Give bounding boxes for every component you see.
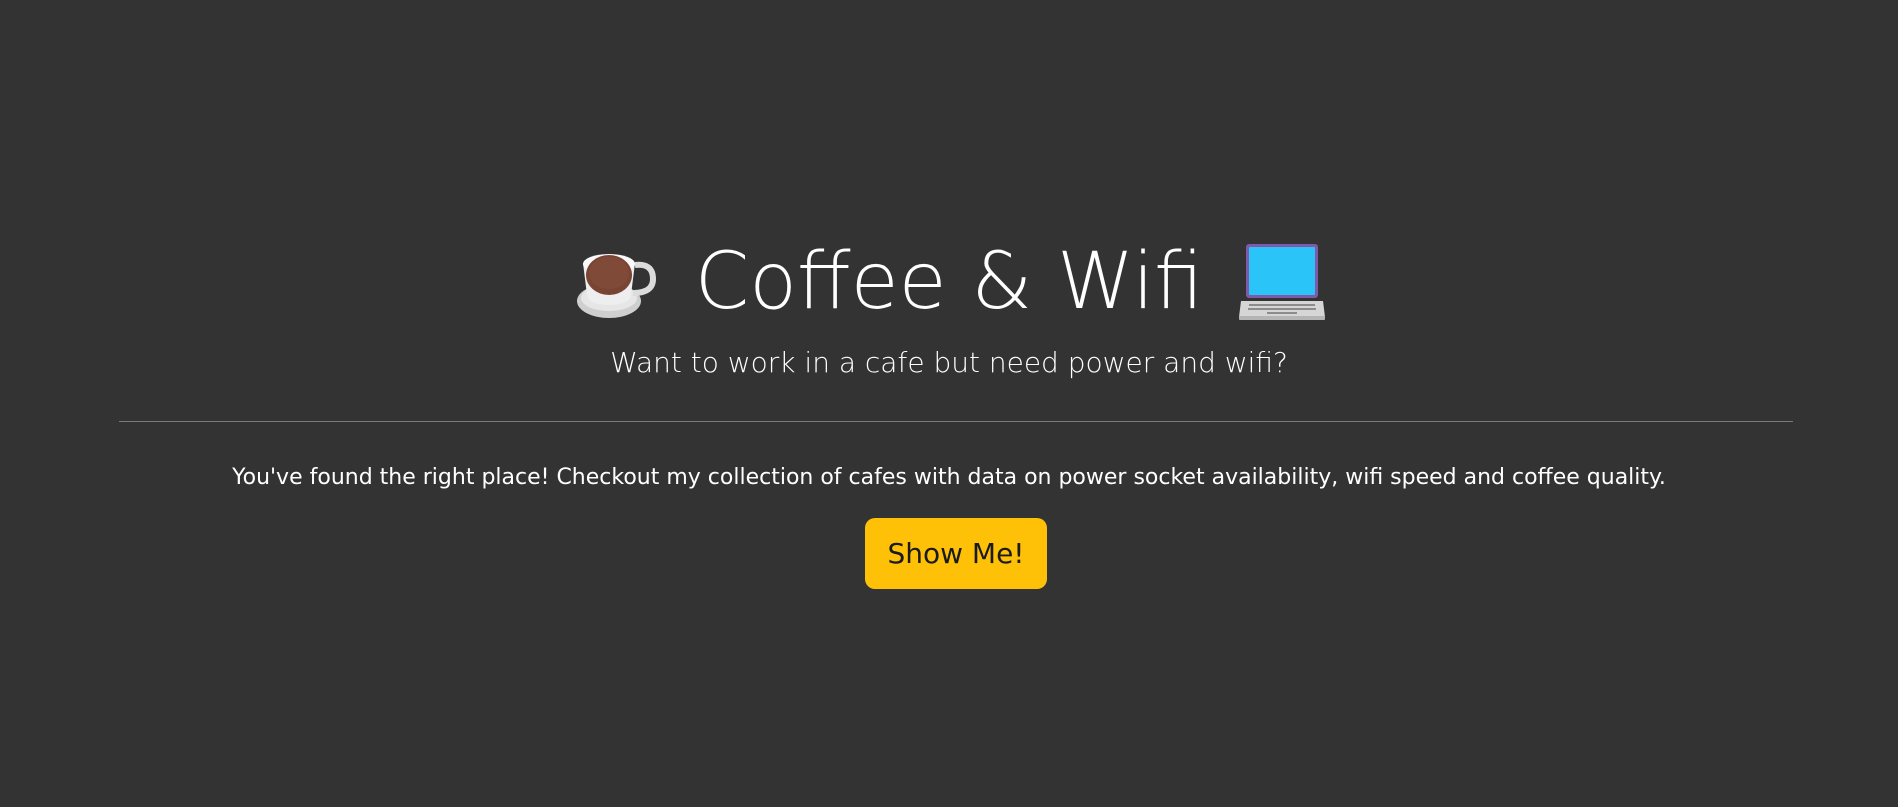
hero-heading: Coffee & Wifi	[0, 232, 1898, 332]
show-me-button[interactable]: Show Me!	[865, 518, 1047, 589]
landing-page: Coffee & Wifi Want to work in a cafe but…	[0, 0, 1898, 807]
hero-subtitle: Want to work in a cafe but need power an…	[610, 346, 1288, 379]
page-title: Coffee & Wifi	[694, 237, 1204, 327]
laptop-icon	[1237, 237, 1327, 327]
hot-beverage-icon	[571, 237, 661, 327]
intro-text: You've found the right place! Checkout m…	[232, 465, 1666, 490]
section-divider	[119, 421, 1793, 422]
